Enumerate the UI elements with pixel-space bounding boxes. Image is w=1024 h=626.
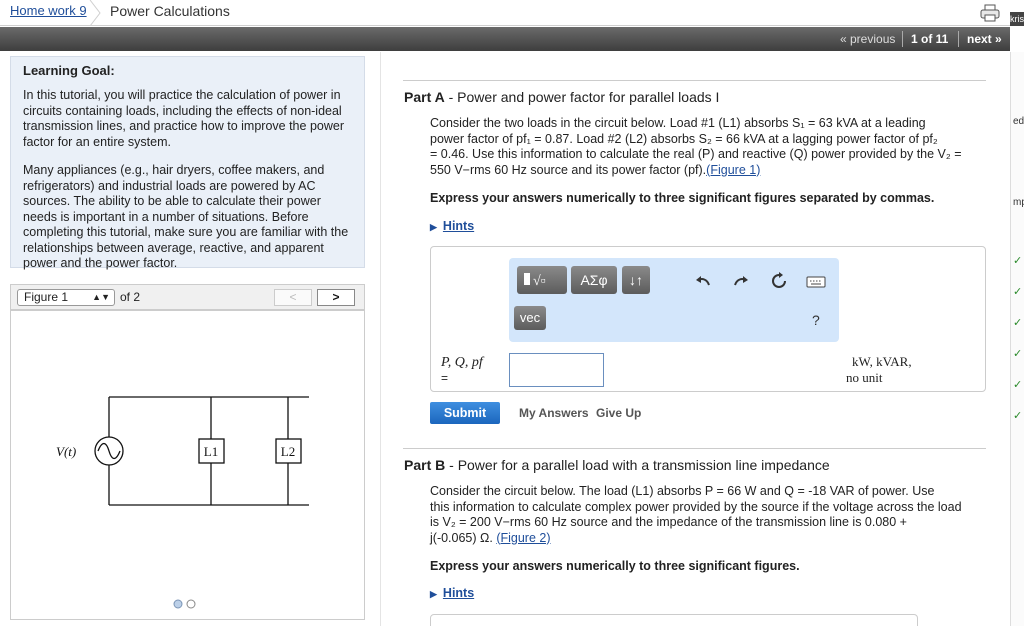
part-a-body: Consider the two loads in the circuit be… [430,116,962,177]
templates-icon: √▫ [524,273,546,289]
check-icon: ✓ [1013,255,1023,267]
svg-text:√▫: √▫ [533,274,546,289]
item-nav-bar: « previous 1 of 11 next » [0,27,1010,51]
source-label: V(t) [56,444,76,459]
user-name-clipped: kris [1010,12,1024,26]
check-icon: ✓ [1013,379,1023,391]
load-2-label: L2 [281,444,295,459]
learning-goal-paragraph: Many appliances (e.g., hair dryers, coff… [23,163,349,270]
answer-input[interactable] [509,353,604,387]
part-b-instructions: Express your answers numerically to thre… [430,559,800,573]
section-divider [403,80,986,81]
answer-units: kW, kVAR, [852,354,912,369]
figure-next-button[interactable]: > [317,289,355,306]
column-divider [380,52,381,626]
part-a-hints-toggle[interactable]: ▶ Hints [430,219,474,233]
answer-equals: = [441,371,449,385]
next-link[interactable]: next » [967,32,1002,46]
vector-button[interactable]: vec [514,306,546,330]
part-b-answer-area [430,614,918,626]
nav-divider [958,31,959,47]
give-up-link[interactable]: Give Up [596,406,641,420]
expand-triangle-icon: ▶ [430,589,437,599]
panel-text-clipped: mp [1013,197,1024,208]
figure-prev-button[interactable]: < [274,289,312,306]
check-icon: ✓ [1013,286,1023,298]
select-arrows-icon: ▲▼ [92,292,110,302]
circuit-diagram: V(t) L1 L2 [56,396,309,506]
sine-wave-icon [97,442,121,460]
my-answers-link[interactable]: My Answers [519,406,589,420]
subscript-superscript-button[interactable]: ↓↑ [622,266,650,294]
part-a-instructions: Express your answers numerically to thre… [430,191,935,205]
part-a-title: Part A - Power and power factor for para… [404,89,720,105]
help-button[interactable]: ? [812,312,820,328]
figure-nav-bar: Figure 1 ▲▼ of 2 < > [10,284,365,310]
breadcrumb-bar: Home work 9 Power Calculations kris [0,0,1024,26]
redo-icon[interactable] [732,272,750,290]
breadcrumb-current: Power Calculations [110,3,230,19]
submit-button[interactable]: Submit [430,402,500,424]
figure-page-dots[interactable] [172,598,202,610]
edit-link-clipped[interactable]: edit [1013,116,1024,127]
previous-link[interactable]: « previous [840,32,895,46]
expand-triangle-icon: ▶ [430,222,437,232]
undo-icon[interactable] [694,272,712,290]
print-icon[interactable] [980,4,1000,22]
figure-canvas: V(t) L1 L2 [10,310,365,620]
breadcrumb-home-link[interactable]: Home work 9 [10,3,87,18]
part-b-title: Part B - Power for a parallel load with … [404,457,830,473]
check-icon: ✓ [1013,317,1023,329]
keyboard-icon[interactable] [806,272,826,290]
figure-1-link[interactable]: (Figure 1) [706,163,760,177]
load-1-label: L1 [204,444,218,459]
part-b-body: Consider the circuit below. The load (L1… [430,484,962,545]
answer-label: P, Q, pf [441,355,483,370]
figure-2-link[interactable]: (Figure 2) [496,531,550,545]
part-b-hints-toggle[interactable]: ▶ Hints [430,586,474,600]
section-divider [403,448,986,449]
figure-select[interactable]: Figure 1 ▲▼ [17,289,115,306]
greek-symbols-button[interactable]: ΑΣφ [571,266,617,294]
nav-divider [902,31,903,47]
learning-goal-paragraph: In this tutorial, you will practice the … [23,88,344,149]
item-count: 1 of 11 [911,32,949,46]
answer-units: no unit [846,370,883,385]
right-side-panel-clipped: edit mp ✓ ✓ ✓ ✓ ✓ ✓ [1010,52,1024,626]
reset-icon[interactable] [770,272,788,290]
check-icon: ✓ [1013,348,1023,360]
learning-goal-title: Learning Goal: [23,63,115,78]
figure-count: of 2 [120,290,141,304]
breadcrumb-separator-icon [89,0,101,26]
templates-button[interactable]: √▫ [517,266,567,294]
check-icon: ✓ [1013,410,1023,422]
learning-goal-panel: Learning Goal: In this tutorial, you wil… [10,56,365,270]
figure-select-value: Figure 1 [24,290,69,304]
